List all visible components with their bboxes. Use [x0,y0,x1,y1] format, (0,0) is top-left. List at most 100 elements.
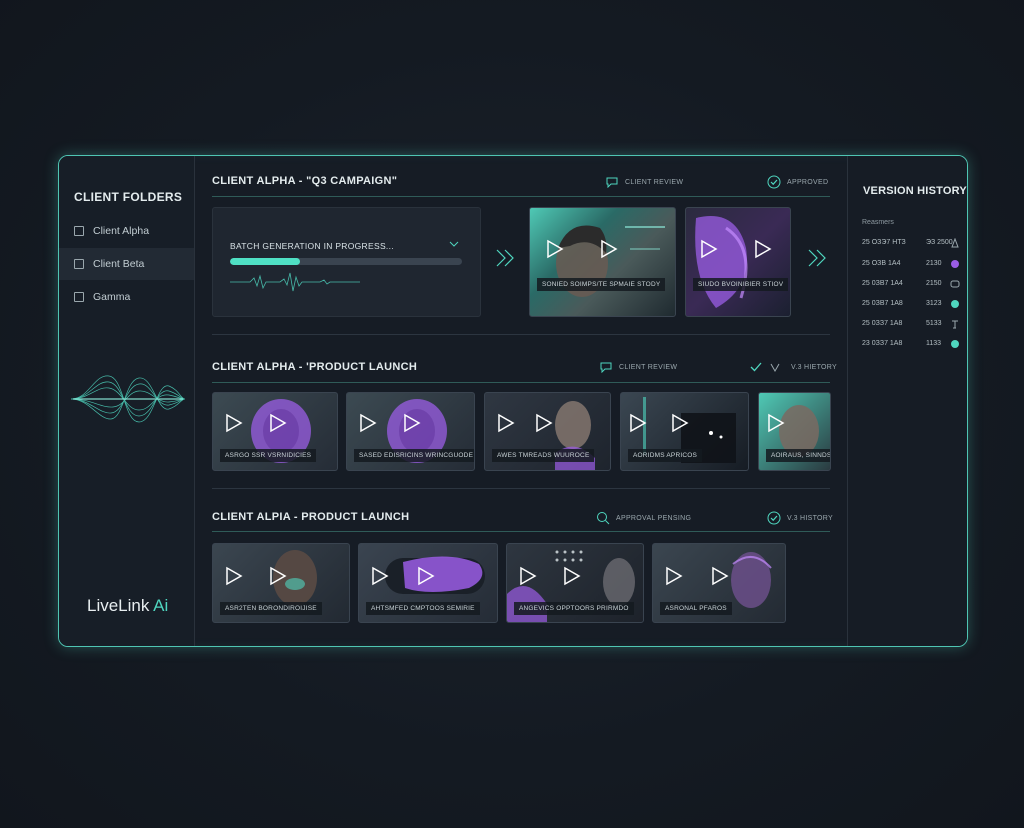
history-time: 5133 [926,320,942,327]
folder-checkbox-icon [74,226,84,236]
purple-dot-icon [951,260,959,268]
play-icon[interactable] [700,239,718,259]
progress-bar [230,258,462,265]
client-review-status[interactable]: CLIENT REVIEW [605,176,683,188]
history-row[interactable]: 25 0ЗВ7 1А8 3123 [862,299,962,311]
video-thumbnail[interactable]: ANGEVICS OPPTOORS PRIRMDO [506,543,644,623]
thumbnail-art [556,225,665,297]
check-circle-icon [767,511,781,525]
thumbnail-caption: AORIDMS APRICOS [628,449,703,462]
play-icon[interactable] [359,413,377,433]
section-title: CLIENT ALPHA - "Q3 CAMPAIGN" [212,175,398,187]
play-icon[interactable] [225,413,243,433]
thumbnail-caption: SIUDO BVOINIBIER STIOV [693,278,789,291]
teal-dot-icon [951,300,959,308]
video-thumbnail[interactable]: AWES TMREADS WUUROCE [484,392,611,471]
waveform-icon [230,272,360,292]
logo-text: LiveLink [87,596,150,615]
folder-client-beta[interactable]: Client Beta [59,248,194,280]
history-date: 25 ОЗВ 1А4 [862,260,901,267]
history-time: 1133 [926,340,942,347]
play-icon[interactable] [519,566,537,586]
double-chevron-right-icon[interactable] [806,248,830,268]
approval-pending-status[interactable]: APPROVAL PENSING [596,511,691,525]
chat-icon [606,177,618,188]
history-row[interactable]: 23 0ЗЗ7 1А8 1133 [862,339,962,351]
history-icon [770,363,780,373]
play-icon[interactable] [269,413,287,433]
livelink-logo: LiveLink Ai [87,596,168,616]
history-date: 25 0ЗВ7 1А4 [862,280,903,287]
folder-checkbox-icon [74,259,84,269]
section-divider [212,531,830,532]
outline-shape-icon [951,238,959,248]
progress-fill [230,258,300,265]
version-history-status[interactable]: V.3 HIETORY [749,361,837,373]
history-subtitle: Reasmers [862,219,894,226]
play-icon[interactable] [767,413,785,433]
folder-client-alpha[interactable]: Client Alpha [59,215,194,247]
section-divider [212,334,830,335]
section-title: CLIENT ALPHA - 'PRODUCT LAUNCH [212,361,418,373]
history-time: 2130 [926,260,942,267]
review-label: CLIENT REVIEW [619,363,678,371]
video-thumbnail[interactable]: AORIDMS APRICOS [620,392,749,471]
search-icon [597,512,610,525]
history-row[interactable]: 25 ОЗВ 1А4 2130 [862,259,962,271]
folder-checkbox-icon [74,292,84,302]
play-icon[interactable] [563,566,581,586]
play-icon[interactable] [600,239,618,259]
play-icon[interactable] [269,566,287,586]
thumbnail-caption: SASED EDISRICINS WRINCGUODE [354,449,474,462]
review-label: CLIENT REVIEW [625,178,684,186]
play-icon[interactable] [535,413,553,433]
play-icon[interactable] [665,566,683,586]
play-icon[interactable] [417,566,435,586]
play-icon[interactable] [671,413,689,433]
history-row[interactable]: 25 0ЗВ7 1А4 2150 [862,279,962,291]
folder-label: Client Alpha [93,225,150,237]
play-icon[interactable] [225,566,243,586]
video-thumbnail[interactable]: SONIED SOIMPS/TE SPMAIE STODY [529,207,676,317]
thumbnail-caption: ASR2TEN BORONDIROIJISE [220,602,322,615]
video-thumbnail[interactable]: AOIRAUS, SINNDS [758,392,831,471]
video-thumbnail[interactable]: AHTSMFED CMPTOOS SEMIRIE [358,543,498,623]
play-icon[interactable] [371,566,389,586]
history-row[interactable]: 25 0ЗЗ7 1А8 5133 [862,319,962,331]
folder-gamma[interactable]: Gamma [59,281,194,313]
video-thumbnail[interactable]: ASRGO SSR VSRNIDICIES [212,392,338,471]
status-label: V.3 HIETORY [791,363,837,371]
check-icon [750,362,762,372]
video-thumbnail[interactable]: SIUDO BVOINIBIER STIOV [685,207,791,317]
main-content: CLIENT ALPHA - "Q3 CAMPAIGN" CLIENT REVI… [195,156,847,646]
play-icon[interactable] [629,413,647,433]
app-window: CLIENT FOLDERS Client Alpha Client Beta … [58,155,968,647]
double-chevron-right-icon[interactable] [494,248,518,268]
video-thumbnail[interactable]: ASRONAL PFAROS [652,543,786,623]
chevron-down-icon[interactable] [449,240,459,248]
approved-status[interactable]: APPROVED [767,175,828,189]
section-divider [212,488,830,489]
video-thumbnail[interactable]: SASED EDISRICINS WRINCGUODE [346,392,475,471]
play-icon[interactable] [711,566,729,586]
client-review-status[interactable]: CLIENT REVIEW [599,361,677,373]
thumbnail-caption: AOIRAUS, SINNDS [766,449,830,462]
history-time: 2150 [926,280,942,287]
glyph-icon [952,320,958,329]
batch-label: BATCH GENERATION IN PROGRESS... [230,241,394,251]
version-history-status[interactable]: V.3 HISTORY [767,511,833,525]
video-thumbnail[interactable]: ASR2TEN BORONDIROIJISE [212,543,350,623]
history-date: 25 ОЗЭ7 НТЗ [862,239,906,246]
play-icon[interactable] [754,239,772,259]
history-row[interactable]: 25 ОЗЭ7 НТЗ ЭЗ 2500 [862,238,962,250]
chat-icon [950,280,960,288]
folder-label: Client Beta [93,258,145,270]
play-icon[interactable] [497,413,515,433]
play-icon[interactable] [403,413,421,433]
thumbnail-caption: SONIED SOIMPS/TE SPMAIE STODY [537,278,666,291]
section-title: CLIENT ALPIA - PRODUCT LAUNCH [212,511,410,523]
soundwave-art [70,375,186,423]
check-circle-icon [767,175,781,189]
play-icon[interactable] [546,239,564,259]
thumbnail-art [695,216,748,308]
